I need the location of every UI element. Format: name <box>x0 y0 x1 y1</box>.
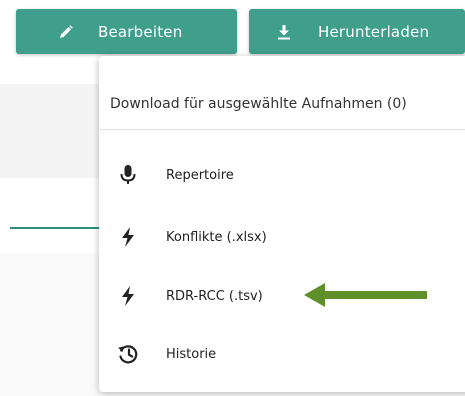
lightning-icon <box>113 222 143 252</box>
download-button-label: Herunterladen <box>318 22 430 41</box>
pencil-icon <box>58 24 74 40</box>
background-area <box>0 253 100 396</box>
edit-button-label: Bearbeiten <box>98 22 183 41</box>
menu-item-konflikte[interactable]: Konflikte (.xlsx) <box>99 211 465 263</box>
menu-item-label: Konflikte (.xlsx) <box>166 229 267 245</box>
tab-underline <box>10 227 100 229</box>
menu-item-label: Repertoire <box>166 167 234 183</box>
menu-item-historie[interactable]: Historie <box>99 328 465 380</box>
download-dropdown-menu: Download für ausgewählte Aufnahmen (0) R… <box>99 56 465 392</box>
menu-item-label: RDR-RCC (.tsv) <box>166 288 263 304</box>
lightning-icon <box>113 281 143 311</box>
menu-item-repertoire[interactable]: Repertoire <box>99 149 465 201</box>
download-icon <box>277 24 291 40</box>
background-panel <box>0 84 100 178</box>
edit-button[interactable]: Bearbeiten <box>16 9 237 54</box>
annotation-arrow-icon <box>304 283 427 307</box>
download-button[interactable]: Herunterladen <box>249 9 465 54</box>
history-icon <box>113 339 143 369</box>
menu-header: Download für ausgewählte Aufnahmen (0) <box>110 96 407 112</box>
menu-divider <box>99 129 465 130</box>
menu-item-label: Historie <box>166 346 217 362</box>
microphone-icon <box>113 160 143 190</box>
